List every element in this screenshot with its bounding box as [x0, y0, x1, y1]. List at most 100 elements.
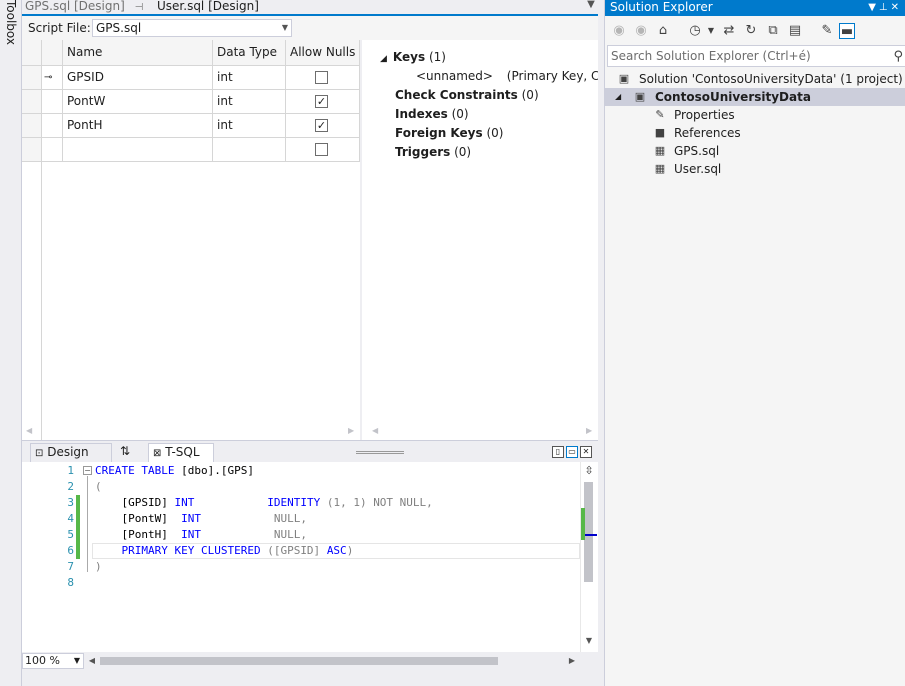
key-item-name: <unnamed> [416, 69, 493, 83]
tree-triggers[interactable]: Triggers (0) [395, 144, 471, 160]
tree-foreign-keys[interactable]: Foreign Keys (0) [395, 125, 503, 141]
cell-name-new[interactable] [63, 138, 213, 162]
sync-icon[interactable]: ⇄ [721, 23, 737, 39]
cell-data-type[interactable]: int [213, 90, 286, 114]
code-token: [PontH] [95, 528, 182, 541]
editor-split-icon[interactable]: ⇳ [582, 464, 596, 478]
pin-icon[interactable]: ⊥ [879, 2, 891, 13]
cell-name[interactable]: PontW [63, 90, 213, 114]
solution-explorer-title-bar[interactable]: Solution Explorer ▼⊥✕ [605, 0, 905, 16]
line-number: 8 [67, 576, 74, 589]
preview-selected-items-icon[interactable]: ▬ [839, 23, 855, 39]
search-icon[interactable]: ⚲ [893, 47, 903, 67]
chevron-down-icon[interactable]: ▼ [703, 23, 719, 39]
cell-allow-nulls: ✓ [286, 114, 360, 138]
collapse-pane-icon[interactable]: ✕ [580, 446, 592, 458]
tree-item-solution[interactable]: ▣ Solution 'ContosoUniversityData' (1 pr… [605, 70, 905, 88]
tree-item-label: References [674, 126, 741, 140]
check-constraints-count: (0) [521, 88, 539, 102]
code-token: , [426, 496, 433, 509]
code-token: , [300, 512, 307, 525]
grid-scroll-left-icon[interactable]: ◀ [26, 426, 36, 436]
chevron-down-icon[interactable]: ▼ [74, 654, 80, 668]
scroll-right-icon[interactable]: ▶ [566, 654, 578, 668]
tsql-editor[interactable]: 1 2 3 4 5 6 7 8 − CREATE TABLE [dbo].[GP… [22, 462, 598, 652]
allow-nulls-checkbox[interactable] [315, 143, 328, 156]
table-properties-tree: ◢ Keys (1) <unnamed> (Primary Key, Cluste… [362, 40, 598, 440]
columns-grid: Name Data Type Allow Nulls ⊸ GPSID int P… [22, 40, 360, 440]
scroll-left-icon[interactable]: ◀ [86, 654, 98, 668]
cell-data-type[interactable]: int [213, 114, 286, 138]
window-position-icon[interactable]: ▼ [868, 2, 879, 13]
grid-header-allow-nulls[interactable]: Allow Nulls [286, 40, 360, 66]
allow-nulls-checkbox[interactable]: ✓ [315, 119, 328, 132]
grid-header-data-type[interactable]: Data Type [213, 40, 286, 66]
grid-scroll-right-icon[interactable]: ▶ [348, 426, 358, 436]
tab-design[interactable]: ⊡ Design [30, 443, 112, 462]
code-token: , [300, 528, 307, 541]
allow-nulls-checkbox[interactable]: ✓ [315, 95, 328, 108]
code-token: [PontW] [95, 512, 182, 525]
horizontal-split-icon[interactable]: ▭ [566, 446, 578, 458]
fold-collapse-icon[interactable]: − [83, 466, 92, 475]
chevron-down-icon[interactable]: ▼ [282, 20, 288, 36]
tab-dropdown-icon[interactable]: ▼ [584, 0, 598, 12]
cell-data-type[interactable]: int [213, 66, 286, 90]
toolbox-strip[interactable]: Toolbox [0, 0, 22, 686]
document-tab-strip: GPS.sql [Design] ⊣ User.sql [Design] ▼ [22, 0, 598, 14]
tab-user-sql-design[interactable]: User.sql [Design] [154, 0, 278, 14]
allow-nulls-checkbox[interactable] [315, 71, 328, 84]
tree-item-properties[interactable]: ✎ Properties [605, 106, 905, 124]
tree-item-label: Solution 'ContosoUniversityData' (1 proj… [639, 72, 903, 86]
refresh-icon[interactable]: ↻ [743, 23, 759, 39]
zoom-select[interactable]: 100 % ▼ [22, 653, 84, 669]
horizontal-scroll-thumb[interactable] [100, 657, 498, 665]
collapse-triangle-icon[interactable]: ◢ [380, 54, 387, 64]
code-token: (1, 1) [320, 496, 374, 509]
forward-icon[interactable]: ◉ [633, 23, 649, 39]
grid-header-name[interactable]: Name [63, 40, 213, 66]
vertical-split-icon[interactable]: ▯ [552, 446, 564, 458]
toolbox-label[interactable]: Toolbox [1, 0, 21, 60]
script-file-row: Script File: GPS.sql ▼ [22, 16, 598, 40]
show-all-files-icon[interactable]: ▤ [787, 23, 803, 39]
props-scroll-left-icon[interactable]: ◀ [372, 426, 382, 436]
properties-wrench-icon[interactable]: ✎ [819, 23, 835, 39]
tree-item-references[interactable]: ■ References [605, 124, 905, 142]
tab-gps-sql-design[interactable]: GPS.sql [Design] ⊣ [22, 0, 154, 14]
row-selector[interactable] [22, 138, 42, 162]
cell-allow-nulls [286, 138, 360, 162]
pending-changes-icon[interactable]: ◷ [687, 23, 703, 39]
row-selector[interactable] [22, 66, 42, 90]
close-icon[interactable]: ✕ [891, 2, 902, 13]
tree-item-gps-sql[interactable]: ▦ GPS.sql [605, 142, 905, 160]
swap-panes-button[interactable]: ⇅ [116, 443, 140, 462]
cell-name[interactable]: GPSID [63, 66, 213, 90]
tree-keys[interactable]: ◢ Keys (1) [380, 49, 446, 67]
row-selector[interactable] [22, 114, 42, 138]
editor-status-row: 100 % ▼ ◀ ▶ [22, 652, 598, 670]
scroll-down-icon[interactable]: ▼ [582, 636, 596, 648]
cell-data-type-new[interactable] [213, 138, 286, 162]
pin-icon[interactable]: ⊣ [135, 2, 144, 13]
tree-indexes[interactable]: Indexes (0) [395, 106, 469, 122]
database-project-icon: ▣ [634, 90, 646, 103]
pane-resize-grip[interactable] [356, 451, 404, 454]
collapse-all-icon[interactable]: ⧉ [765, 23, 781, 39]
props-scroll-right-icon[interactable]: ▶ [586, 426, 596, 436]
solution-explorer-search-input[interactable]: Search Solution Explorer (Ctrl+é) ⚲ [607, 45, 905, 67]
tree-item-project[interactable]: ◢ ▣ ContosoUniversityData [605, 88, 905, 106]
cell-name[interactable]: PontH [63, 114, 213, 138]
tree-check-constraints[interactable]: Check Constraints (0) [395, 87, 539, 103]
row-selector[interactable] [22, 90, 42, 114]
home-icon[interactable]: ⌂ [655, 23, 671, 39]
back-icon[interactable]: ◉ [611, 23, 627, 39]
code-token: IDENTITY [267, 496, 321, 509]
tab-tsql[interactable]: ⊠ T-SQL [148, 443, 214, 462]
script-file-select[interactable]: GPS.sql ▼ [92, 19, 292, 37]
tree-item-user-sql[interactable]: ▦ User.sql [605, 160, 905, 178]
collapse-triangle-icon[interactable]: ◢ [615, 88, 625, 106]
tree-key-item[interactable]: <unnamed> (Primary Key, Clustered: GPSID… [416, 68, 598, 84]
editor-scroll-thumb[interactable] [584, 482, 593, 582]
code-token: [GPSID] [95, 496, 175, 509]
